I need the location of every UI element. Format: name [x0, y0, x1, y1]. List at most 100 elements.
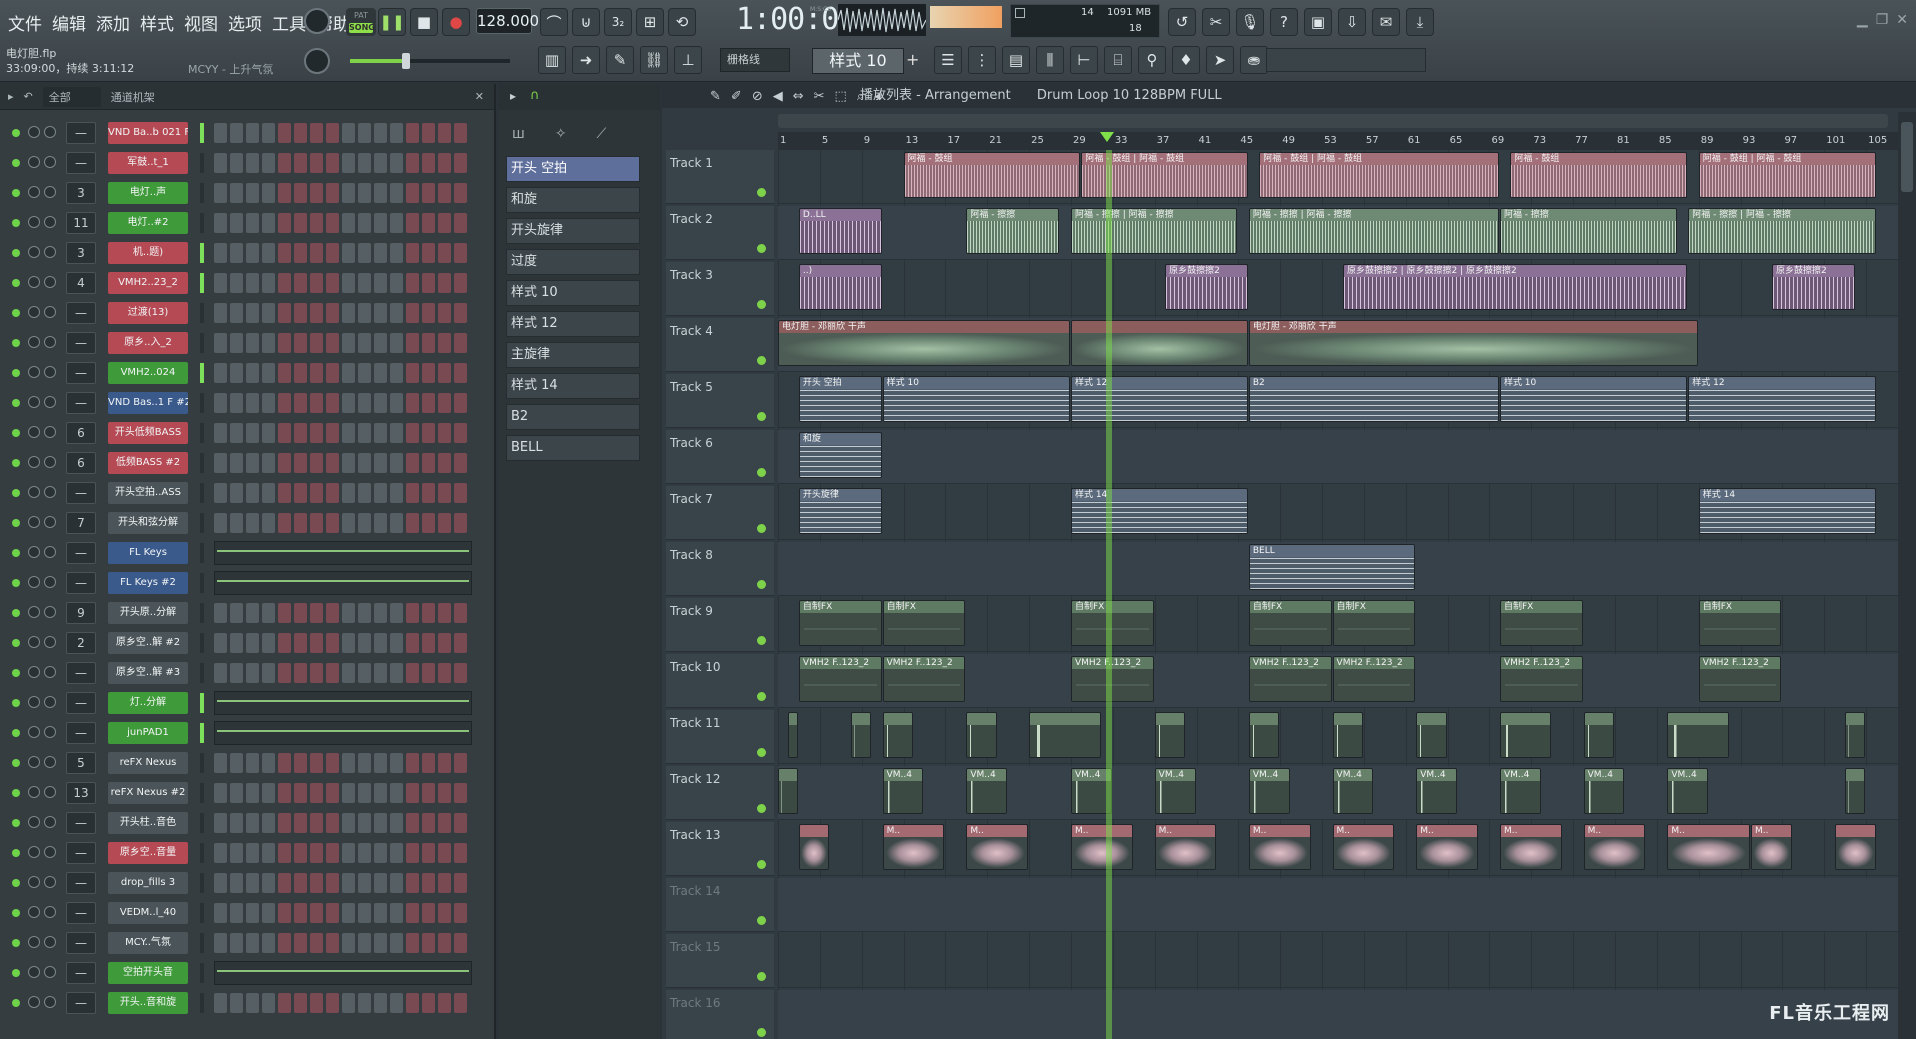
channel-volume-knob[interactable] — [44, 876, 56, 888]
channel-volume-knob[interactable] — [44, 336, 56, 348]
channel-name-button[interactable]: 原乡空..解 #2 — [108, 632, 188, 654]
step-button[interactable] — [262, 993, 275, 1013]
channel-mixer-track[interactable]: — — [66, 482, 96, 504]
step-button[interactable] — [246, 363, 259, 383]
step-button[interactable] — [214, 363, 227, 383]
channel-mixer-track[interactable]: 5 — [66, 752, 96, 774]
step-button[interactable] — [294, 513, 307, 533]
step-button[interactable] — [374, 633, 387, 653]
step-button[interactable] — [278, 363, 291, 383]
channel-volume-knob[interactable] — [44, 156, 56, 168]
playlist-clip[interactable]: M.. — [1751, 824, 1792, 870]
step-button[interactable] — [374, 183, 387, 203]
step-button[interactable] — [374, 603, 387, 623]
step-button[interactable] — [246, 663, 259, 683]
playlist-clip[interactable] — [1583, 712, 1615, 758]
menu-add[interactable]: 添加 — [92, 8, 134, 37]
rack-close-icon[interactable]: ✕ — [475, 90, 484, 103]
playlist-clip[interactable]: 开头旋律 — [798, 488, 882, 534]
master-pitch-slider[interactable] — [350, 53, 510, 69]
step-button[interactable] — [390, 813, 403, 833]
step-button[interactable] — [262, 243, 275, 263]
step-button[interactable] — [358, 993, 371, 1013]
track-header[interactable]: Track 7 — [666, 486, 774, 540]
step-button[interactable] — [294, 903, 307, 923]
channel-led[interactable] — [12, 219, 20, 227]
channel-select[interactable] — [200, 573, 204, 593]
channel-row[interactable]: — junPAD1 — [0, 718, 490, 748]
step-button[interactable] — [278, 843, 291, 863]
playlist-clip[interactable]: 阿福 - 鼓组 | 阿福 - 鼓组 — [1259, 152, 1499, 198]
step-button[interactable] — [342, 843, 355, 863]
chat-icon[interactable]: ✉ — [1372, 8, 1400, 36]
channel-led[interactable] — [12, 999, 20, 1007]
step-button[interactable] — [294, 453, 307, 473]
step-button[interactable] — [374, 993, 387, 1013]
channel-volume-knob[interactable] — [44, 756, 56, 768]
step-button[interactable] — [438, 423, 451, 443]
channel-row[interactable]: — FL Keys — [0, 538, 490, 568]
step-button[interactable] — [374, 393, 387, 413]
step-button[interactable] — [294, 363, 307, 383]
step-button[interactable] — [342, 663, 355, 683]
channel-pan-knob[interactable] — [28, 216, 40, 228]
export-icon[interactable]: ⇩ — [1338, 8, 1366, 36]
step-button[interactable] — [390, 993, 403, 1013]
channel-name-button[interactable]: FL Keys — [108, 542, 188, 564]
step-button[interactable] — [406, 423, 419, 443]
channel-volume-knob[interactable] — [44, 696, 56, 708]
step-button[interactable] — [374, 873, 387, 893]
step-button[interactable] — [374, 483, 387, 503]
playlist-clip[interactable] — [1248, 712, 1280, 758]
channel-select[interactable] — [200, 513, 204, 533]
channel-name-button[interactable]: 灯..分解 — [108, 692, 188, 714]
channel-name-button[interactable]: 原乡空..音量 — [108, 842, 188, 864]
step-button[interactable] — [454, 873, 467, 893]
step-button[interactable] — [438, 903, 451, 923]
step-button[interactable] — [230, 123, 243, 143]
playlist-clip[interactable] — [798, 824, 830, 870]
step-button[interactable] — [230, 243, 243, 263]
vertical-scrollbar[interactable] — [1898, 112, 1916, 1039]
step-button[interactable] — [374, 303, 387, 323]
step-button[interactable] — [278, 123, 291, 143]
step-button[interactable] — [262, 753, 275, 773]
patterns-tab-icon[interactable]: ш — [512, 126, 525, 142]
step-button[interactable] — [326, 513, 339, 533]
select-tool-icon[interactable]: ⬚ — [835, 89, 847, 104]
channel-row[interactable]: — 开头空拍..ASS — [0, 478, 490, 508]
step-button[interactable] — [230, 393, 243, 413]
step-button[interactable] — [310, 363, 323, 383]
playlist-clip[interactable]: M.. — [1499, 824, 1562, 870]
step-button[interactable] — [438, 753, 451, 773]
channel-row[interactable]: — 原乡..入_2 — [0, 328, 490, 358]
channel-mixer-track[interactable]: — — [66, 392, 96, 414]
channel-volume-knob[interactable] — [44, 936, 56, 948]
step-button[interactable] — [294, 213, 307, 233]
step-button[interactable] — [214, 273, 227, 293]
track-header[interactable]: Track 2 — [666, 206, 774, 260]
step-button[interactable] — [454, 123, 467, 143]
slip-tool-icon[interactable]: ⇔ — [793, 89, 804, 104]
step-button[interactable] — [294, 243, 307, 263]
step-button[interactable] — [262, 843, 275, 863]
step-button[interactable] — [214, 633, 227, 653]
step-button[interactable] — [310, 303, 323, 323]
step-button[interactable] — [342, 363, 355, 383]
step-button[interactable] — [294, 843, 307, 863]
step-button[interactable] — [438, 303, 451, 323]
channel-volume-knob[interactable] — [44, 846, 56, 858]
pattern-item[interactable]: 和旋 — [506, 187, 640, 213]
channel-mixer-track[interactable]: — — [66, 332, 96, 354]
channel-pan-knob[interactable] — [28, 456, 40, 468]
step-button[interactable] — [390, 483, 403, 503]
step-button[interactable] — [310, 813, 323, 833]
step-button[interactable] — [422, 753, 435, 773]
step-button[interactable] — [262, 303, 275, 323]
step-button[interactable] — [454, 213, 467, 233]
step-button[interactable] — [406, 663, 419, 683]
channel-name-button[interactable]: FL Keys #2 — [108, 572, 188, 594]
playlist-clip[interactable]: VM..4 — [1248, 768, 1290, 814]
help-icon[interactable]: ? — [1270, 8, 1298, 36]
step-button[interactable] — [406, 273, 419, 293]
